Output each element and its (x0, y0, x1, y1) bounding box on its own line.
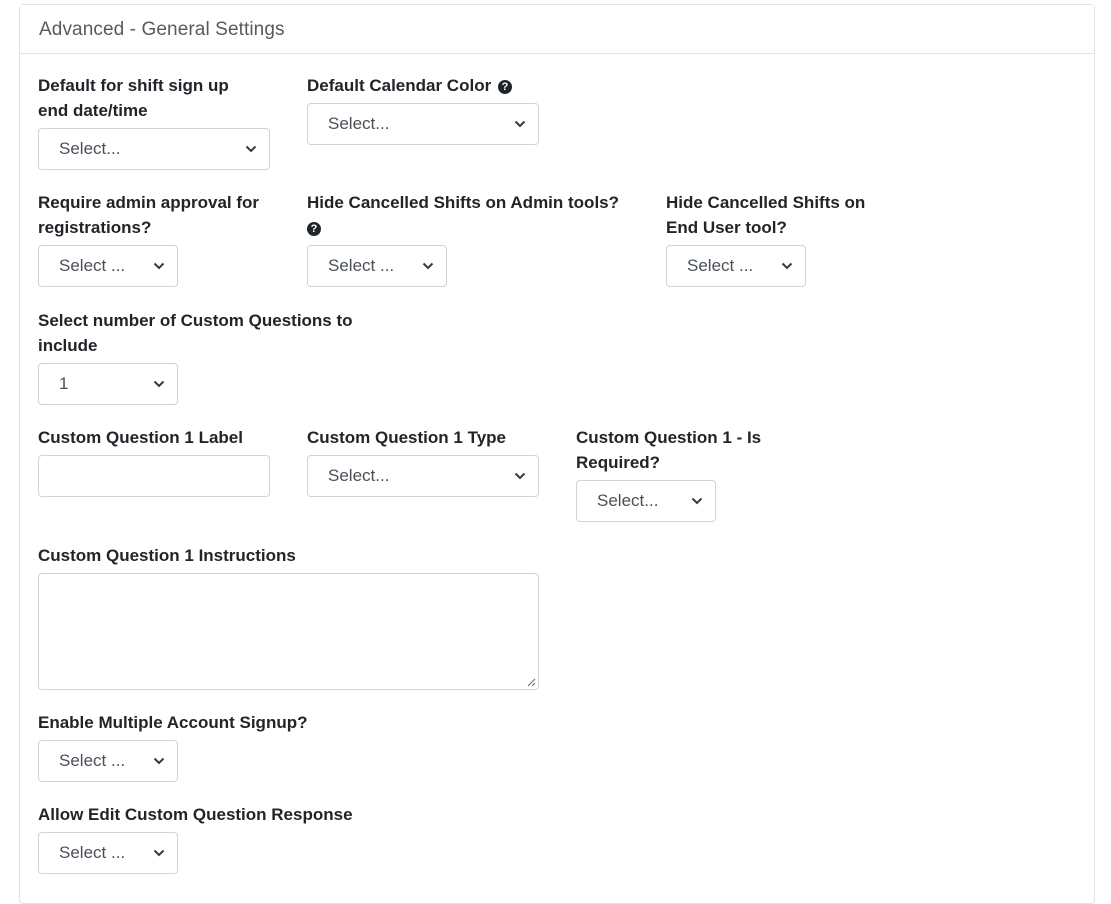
num-questions-select[interactable]: 1 (38, 363, 178, 405)
cq1-instructions-textarea[interactable] (38, 573, 539, 690)
num-questions-select-value: 1 (59, 374, 69, 393)
cq1-required-label: Custom Question 1 - Is Required? (576, 425, 761, 475)
question-circle-icon[interactable]: ? (307, 222, 321, 236)
num-questions-label-line2: include (38, 336, 98, 355)
chevron-down-icon (153, 757, 165, 765)
cq1-type-label: Custom Question 1 Type (307, 428, 506, 447)
chevron-down-icon (781, 262, 793, 270)
hide-admin-label: Hide Cancelled Shifts on Admin tools? ? (307, 190, 619, 240)
cq1-label-label: Custom Question 1 Label (38, 428, 243, 447)
cq1-label-input[interactable] (38, 455, 270, 497)
chevron-down-icon (422, 262, 434, 270)
multi-account-select[interactable]: Select ... (38, 740, 178, 782)
admin-approval-label: Require admin approval for registrations… (38, 190, 259, 240)
allow-edit-label: Allow Edit Custom Question Response (38, 805, 353, 824)
cq1-required-label-line1: Custom Question 1 - Is (576, 428, 762, 447)
cq1-required-label-line2: Required? (576, 453, 661, 472)
shift-end-label-line1: Default for shift sign up (38, 76, 229, 95)
card-title: Advanced - General Settings (39, 19, 285, 40)
hide-enduser-label: Hide Cancelled Shifts on End User tool? (666, 190, 865, 240)
multi-account-label: Enable Multiple Account Signup? (38, 713, 308, 732)
calendar-color-label: Default Calendar Color ? (307, 73, 512, 98)
hide-enduser-select[interactable]: Select ... (666, 245, 806, 287)
num-questions-label: Select number of Custom Questions to inc… (38, 308, 353, 358)
chevron-down-icon (691, 497, 703, 505)
question-circle-icon[interactable]: ? (497, 80, 512, 94)
multi-account-select-value: Select ... (59, 751, 126, 770)
chevron-down-icon (153, 849, 165, 857)
chevron-down-icon (153, 380, 165, 388)
calendar-color-select[interactable]: Select... (307, 103, 539, 145)
card-header: Advanced - General Settings (20, 5, 1094, 54)
chevron-down-icon (153, 262, 165, 270)
allow-edit-select-value: Select ... (59, 843, 126, 862)
cq1-type-select-value: Select... (328, 466, 390, 485)
hide-enduser-label-line1: Hide Cancelled Shifts on (666, 193, 866, 212)
cq1-required-select[interactable]: Select... (576, 480, 716, 522)
cq1-type-select[interactable]: Select... (307, 455, 539, 497)
chevron-down-icon (514, 120, 526, 128)
num-questions-label-line1: Select number of Custom Questions to (38, 311, 353, 330)
shift-end-label: Default for shift sign up end date/time (38, 73, 229, 123)
shift-end-select-value: Select... (59, 139, 121, 158)
admin-approval-label-line2: registrations? (38, 218, 152, 237)
chevron-down-icon (245, 145, 257, 153)
shift-end-label-line2: end date/time (38, 101, 148, 120)
calendar-color-select-value: Select... (328, 114, 390, 133)
calendar-color-label-text: Default Calendar Color (307, 76, 492, 95)
admin-approval-select-value: Select ... (59, 256, 126, 275)
admin-approval-select[interactable]: Select ... (38, 245, 178, 287)
hide-admin-select-value: Select ... (328, 256, 395, 275)
hide-enduser-label-line2: End User tool? (666, 218, 787, 237)
cq1-required-select-value: Select... (597, 491, 659, 510)
shift-end-select[interactable]: Select... (38, 128, 270, 170)
cq1-instructions-label: Custom Question 1 Instructions (38, 546, 296, 565)
hide-admin-label-text: Hide Cancelled Shifts on Admin tools? (307, 193, 620, 212)
allow-edit-select[interactable]: Select ... (38, 832, 178, 874)
resize-grip-icon[interactable] (526, 677, 536, 687)
admin-approval-label-line1: Require admin approval for (38, 193, 260, 212)
hide-admin-select[interactable]: Select ... (307, 245, 447, 287)
chevron-down-icon (514, 472, 526, 480)
hide-enduser-select-value: Select ... (687, 256, 754, 275)
